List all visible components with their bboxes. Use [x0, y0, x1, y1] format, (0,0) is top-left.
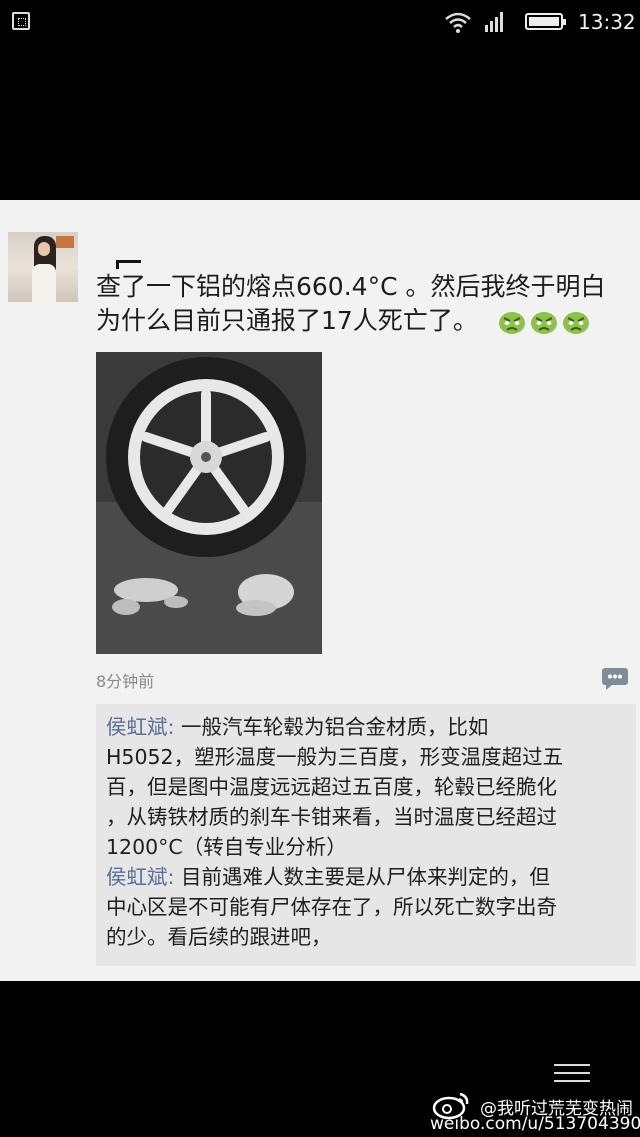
- status-bar: 13:32: [0, 0, 640, 45]
- post-text: 查了一下铝的熔点660.4°C 。然后我终于明白 为什么目前只通报了17人死亡了…: [96, 270, 636, 338]
- avatar[interactable]: [8, 232, 78, 302]
- comment-line: H5052，塑形温度一般为三百度，形变温度超过五: [106, 745, 564, 769]
- comment-icon[interactable]: [600, 666, 630, 690]
- comment-line: 侯虹斌: 一般汽车轮毂为铝合金材质，比如: [106, 715, 489, 739]
- comment-line: 中心区是不可能有尸体存在了，所以死亡数字出奇: [106, 895, 557, 919]
- post-photo[interactable]: [96, 352, 322, 654]
- screenshot-icon: [12, 12, 30, 30]
- status-clock: 13:32: [578, 10, 636, 34]
- comment-line: 侯虹斌: 目前遇难人数主要是从尸体来判定的，但: [106, 865, 550, 889]
- comment-line: 百，但是图中温度远远超过五百度，轮毂已经脆化: [106, 775, 557, 799]
- wifi-icon: [445, 12, 471, 33]
- post-text-line: 查了一下铝的熔点660.4°C 。然后我终于明白: [96, 272, 606, 301]
- comment-list: 侯虹斌: 一般汽车轮毂为铝合金材质，比如 H5052，塑形温度一般为三百度，形变…: [96, 704, 636, 966]
- comment-author[interactable]: 侯虹斌:: [106, 715, 174, 739]
- corner-mark: [116, 260, 141, 269]
- post-text-line: 为什么目前只通报了17人死亡了。: [96, 304, 636, 338]
- signal-icon: [485, 12, 503, 32]
- comment-line: 1200°C（转自专业分析）: [106, 835, 347, 859]
- watermark-url: weibo.com/u/5137043901: [430, 1114, 640, 1134]
- comment-line: 的少。看后续的跟进吧，: [106, 925, 332, 949]
- battery-icon: [525, 13, 566, 30]
- weibo-watermark: @我听过荒芜变热闹 weibo.com/u/5137043901: [430, 1064, 640, 1137]
- comment-item: 侯虹斌: 目前遇难人数主要是从尸体来判定的，但 中心区是不可能有尸体存在了，所以…: [96, 862, 636, 952]
- post-timestamp: 8分钟前: [96, 672, 155, 691]
- angry-face-emoji-icon: [498, 312, 525, 334]
- weibo-post-screenshot: 查了一下铝的熔点660.4°C 。然后我终于明白 为什么目前只通报了17人死亡了…: [0, 200, 640, 981]
- angry-face-emoji-icon: [530, 312, 557, 334]
- emoji-row: [498, 309, 590, 335]
- melted-wheel-photo: [96, 352, 322, 654]
- comment-line: ，从铸铁材质的刹车卡钳来看，当时温度已经超过: [106, 805, 557, 829]
- comment-author[interactable]: 侯虹斌:: [106, 865, 174, 889]
- comment-item: 侯虹斌: 一般汽车轮毂为铝合金材质，比如 H5052，塑形温度一般为三百度，形变…: [96, 704, 636, 862]
- menu-icon[interactable]: [554, 1058, 590, 1086]
- angry-face-emoji-icon: [562, 312, 589, 334]
